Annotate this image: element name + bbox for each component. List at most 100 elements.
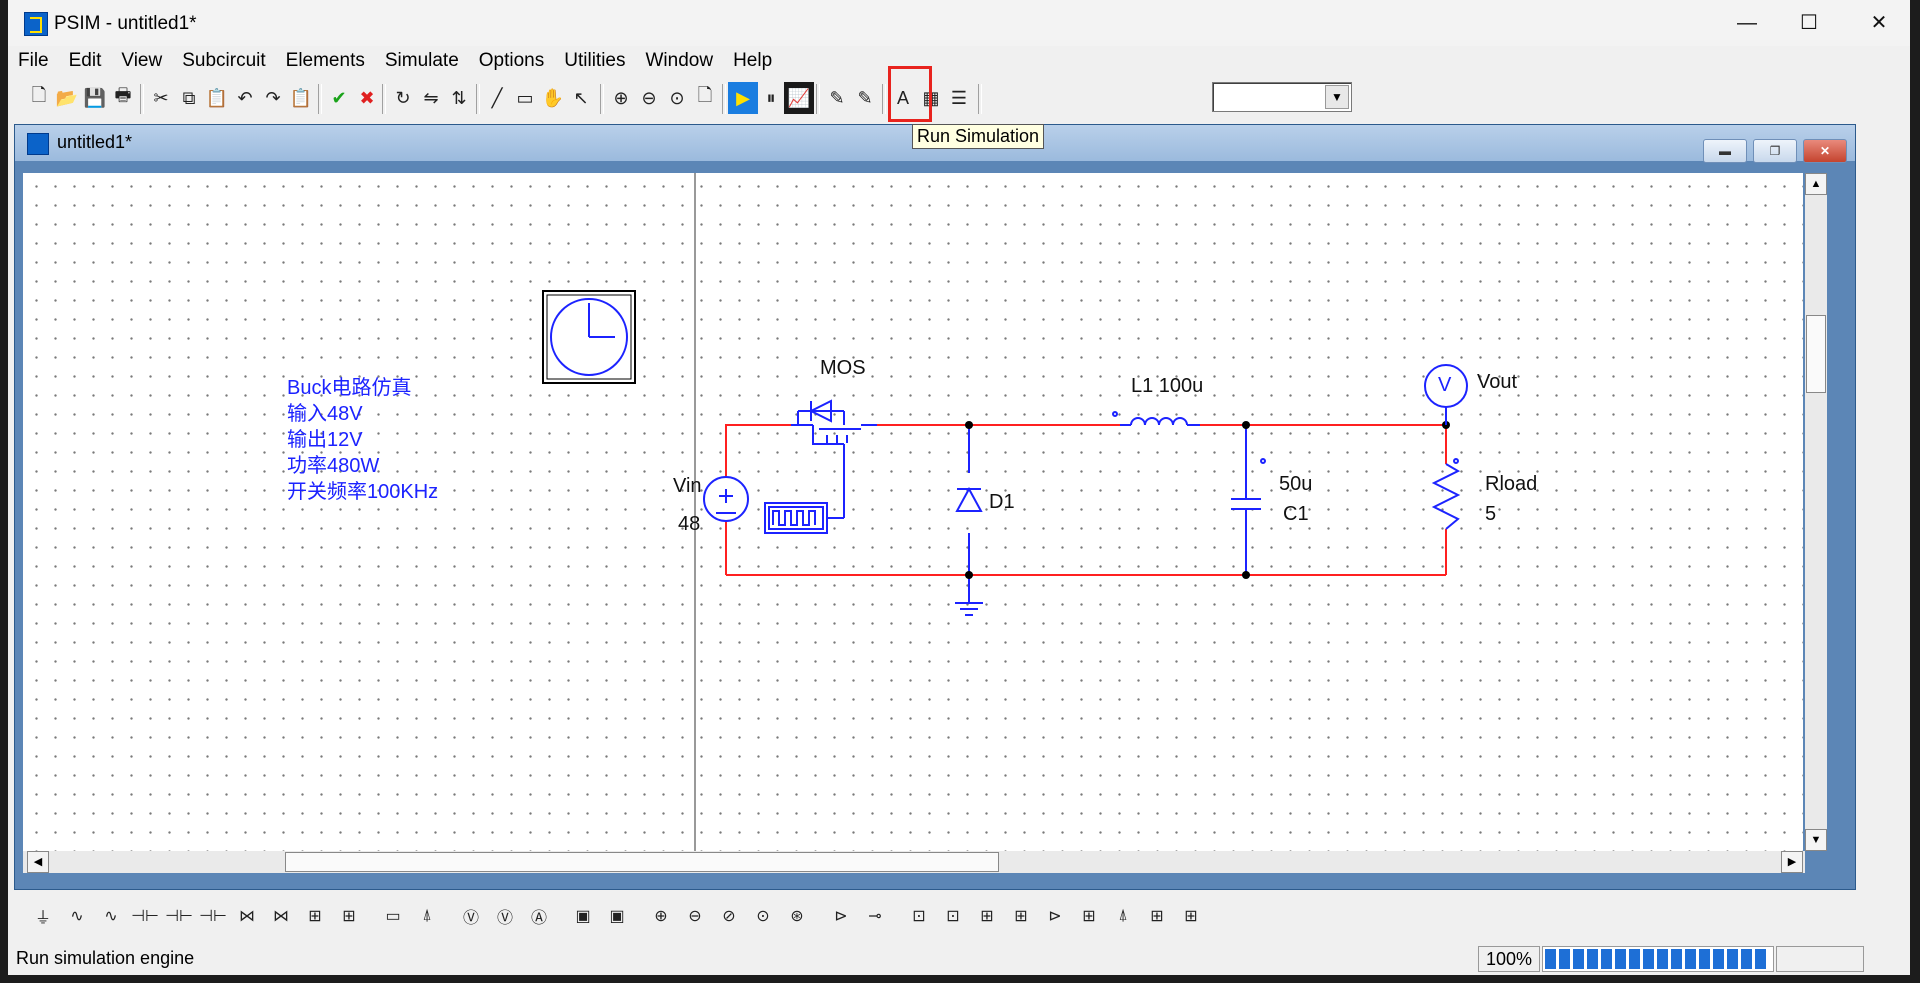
element-button-25[interactable]: ⊡ [938, 900, 968, 932]
child-close-button[interactable]: ✕ [1803, 139, 1847, 163]
zoom-fit-icon[interactable]: ⊙ [662, 82, 692, 114]
element-button-8[interactable]: ⊞ [300, 900, 330, 932]
element-button-9[interactable]: ⊞ [334, 900, 364, 932]
print-icon[interactable]: 🖶 [108, 82, 138, 114]
element-button-6[interactable]: ⋈ [232, 900, 262, 932]
element-button-28[interactable]: ⊳ [1040, 900, 1070, 932]
check-icon[interactable]: ✔ [324, 82, 354, 114]
horizontal-scroll-thumb[interactable] [285, 852, 999, 872]
inductor[interactable] [1112, 411, 1188, 426]
label-icon[interactable]: ▭ [510, 82, 540, 114]
open-icon[interactable]: 📂 [52, 82, 82, 114]
child-minimize-button[interactable]: ▬ [1703, 139, 1747, 163]
menu-simulate[interactable]: Simulate [375, 46, 469, 76]
cut-icon[interactable]: ✂ [146, 82, 176, 114]
library-icon[interactable]: ☰ [944, 82, 974, 114]
element-button-31[interactable]: ⊞ [1142, 900, 1172, 932]
paste-icon[interactable]: 📋 [202, 82, 232, 114]
scroll-right-icon[interactable]: ▶ [1781, 851, 1803, 873]
current-probe-icon[interactable]: ✎ [850, 82, 880, 114]
run-simulation-icon[interactable]: ▶ [728, 82, 758, 114]
element-button-24[interactable]: ⊡ [904, 900, 934, 932]
wire-icon[interactable]: ╱ [482, 82, 512, 114]
element-button-14[interactable]: Ⓐ [524, 900, 554, 932]
select-arrow-icon[interactable]: ↖ [566, 82, 596, 114]
load-resistor[interactable] [1431, 458, 1461, 530]
minimize-button[interactable]: — [1724, 8, 1770, 38]
escape-icon[interactable]: 📋 [286, 82, 316, 114]
chevron-down-icon[interactable]: ▼ [1325, 85, 1349, 109]
element-button-2[interactable]: ∿ [96, 900, 126, 932]
ground-symbol[interactable] [955, 602, 983, 616]
element-button-19[interactable]: ⊘ [714, 900, 744, 932]
horizontal-scrollbar[interactable]: ◀ ▶ [23, 851, 1805, 873]
element-button-26[interactable]: ⊞ [972, 900, 1002, 932]
toolbar-combo[interactable]: ▼ [1212, 82, 1352, 112]
element-button-17[interactable]: ⊕ [646, 900, 676, 932]
voltage-probe-icon[interactable]: ✎ [822, 82, 852, 114]
menu-elements[interactable]: Elements [276, 46, 375, 76]
copy-icon[interactable]: ⧉ [174, 82, 204, 114]
element-button-18[interactable]: ⊖ [680, 900, 710, 932]
flip-tb-icon[interactable]: ⇅ [444, 82, 474, 114]
element-button-5[interactable]: ⊣⊢ [198, 900, 228, 932]
element-button-16[interactable]: ▣ [602, 900, 632, 932]
page-icon[interactable]: 🗋 [690, 82, 720, 114]
simulation-control-element[interactable] [542, 290, 636, 384]
zoom-in-icon[interactable]: ⊕ [606, 82, 636, 114]
cancel-icon[interactable]: ✖ [352, 82, 382, 114]
element-button-4[interactable]: ⊣⊢ [164, 900, 194, 932]
element-button-30[interactable]: ⍋ [1108, 900, 1138, 932]
close-button[interactable]: ✕ [1856, 8, 1902, 38]
child-restore-button[interactable]: ❐ [1753, 139, 1797, 163]
element-button-27[interactable]: ⊞ [1006, 900, 1036, 932]
menu-view[interactable]: View [111, 46, 172, 76]
element-button-20[interactable]: ⊙ [748, 900, 778, 932]
maximize-button[interactable]: ☐ [1786, 8, 1832, 38]
dc-voltage-source[interactable] [703, 476, 749, 522]
scroll-left-icon[interactable]: ◀ [27, 851, 49, 873]
element-button-13[interactable]: Ⓥ [490, 900, 520, 932]
schematic-canvas[interactable]: Buck电路仿真 输入48V 输出12V 功率480W 开关频率100KHz M… [23, 173, 1803, 851]
element-button-11[interactable]: ⍋ [412, 900, 442, 932]
element-button-22[interactable]: ⊳ [826, 900, 856, 932]
element-button-0[interactable]: ⏚ [28, 900, 58, 932]
scroll-down-icon[interactable]: ▼ [1805, 829, 1827, 851]
element-button-7[interactable]: ⋈ [266, 900, 296, 932]
menu-window[interactable]: Window [635, 46, 723, 76]
element-button-29[interactable]: ⊞ [1074, 900, 1104, 932]
element-button-1[interactable]: ∿ [62, 900, 92, 932]
menu-utilities[interactable]: Utilities [554, 46, 635, 76]
scroll-up-icon[interactable]: ▲ [1805, 173, 1827, 195]
zoom-out-icon[interactable]: ⊖ [634, 82, 664, 114]
capacitor[interactable] [1231, 458, 1266, 510]
new-icon[interactable]: 🗋 [24, 82, 54, 114]
element-button-10[interactable]: ▭ [378, 900, 408, 932]
junction-dots [965, 421, 1450, 579]
simview-icon[interactable]: 📈 [784, 82, 814, 114]
pause-icon[interactable]: ⏸ [756, 82, 786, 114]
menu-options[interactable]: Options [469, 46, 554, 76]
undo-icon[interactable]: ↶ [230, 82, 260, 114]
element-button-23[interactable]: ⊸ [860, 900, 890, 932]
element-button-21[interactable]: ⊛ [782, 900, 812, 932]
d1-label: D1 [989, 491, 1015, 513]
flip-lr-icon[interactable]: ⇋ [416, 82, 446, 114]
menu-subcircuit[interactable]: Subcircuit [172, 46, 275, 76]
menu-help[interactable]: Help [723, 46, 782, 76]
save-icon[interactable]: 💾 [80, 82, 110, 114]
gating-block[interactable] [764, 502, 828, 534]
vertical-scroll-thumb[interactable] [1806, 315, 1826, 393]
freewheel-diode[interactable] [955, 486, 983, 512]
menu-edit[interactable]: Edit [59, 46, 112, 76]
rotate-icon[interactable]: ↻ [388, 82, 418, 114]
element-button-15[interactable]: ▣ [568, 900, 598, 932]
vertical-scrollbar[interactable]: ▲ ▼ [1805, 173, 1827, 851]
redo-icon[interactable]: ↷ [258, 82, 288, 114]
menu-file[interactable]: File [8, 46, 59, 76]
pan-hand-icon[interactable]: ✋ [538, 82, 568, 114]
element-button-12[interactable]: Ⓥ [456, 900, 486, 932]
mosfet-switch[interactable] [797, 399, 861, 444]
element-button-32[interactable]: ⊞ [1176, 900, 1206, 932]
element-button-3[interactable]: ⊣⊢ [130, 900, 160, 932]
